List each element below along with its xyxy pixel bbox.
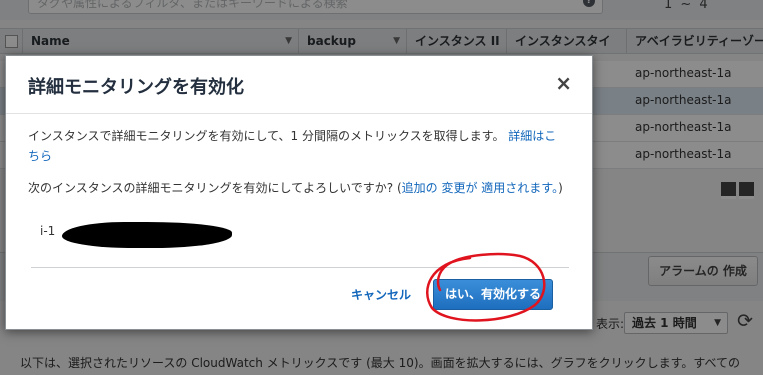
confirmation-text: 次のインスタンスの詳細モニタリングを有効にしてよろしいですか? ( <box>28 181 402 195</box>
close-icon[interactable]: × <box>555 73 572 93</box>
confirmation-close-paren: ) <box>558 181 563 195</box>
description-paragraph: インスタンスで詳細モニタリングを有効にして、1 分間隔のメトリックスを取得します… <box>28 126 568 166</box>
confirm-enable-button[interactable]: はい、有効化する <box>433 279 553 310</box>
dialog-title: 詳細モニタリングを有効化 <box>28 77 244 98</box>
enable-detailed-monitoring-dialog: 詳細モニタリングを有効化 × インスタンスで詳細モニタリングを有効にして、1 分… <box>5 55 593 330</box>
additional-changes-link[interactable]: 追加の 変更が 適用されます。 <box>402 181 558 195</box>
description-text: インスタンスで詳細モニタリングを有効にして、1 分間隔のメトリックスを取得します… <box>28 129 505 143</box>
confirmation-paragraph: 次のインスタンスの詳細モニタリングを有効にしてよろしいですか? (追加の 変更が… <box>28 178 568 198</box>
dialog-body: インスタンスで詳細モニタリングを有効にして、1 分間隔のメトリックスを取得します… <box>28 126 568 198</box>
dialog-divider <box>31 267 569 268</box>
dialog-header: 詳細モニタリングを有効化 × <box>6 56 592 114</box>
cancel-button[interactable]: キャンセル <box>351 286 411 303</box>
instance-id: i-1 <box>40 224 56 238</box>
redacted-instance-id <box>62 222 232 248</box>
